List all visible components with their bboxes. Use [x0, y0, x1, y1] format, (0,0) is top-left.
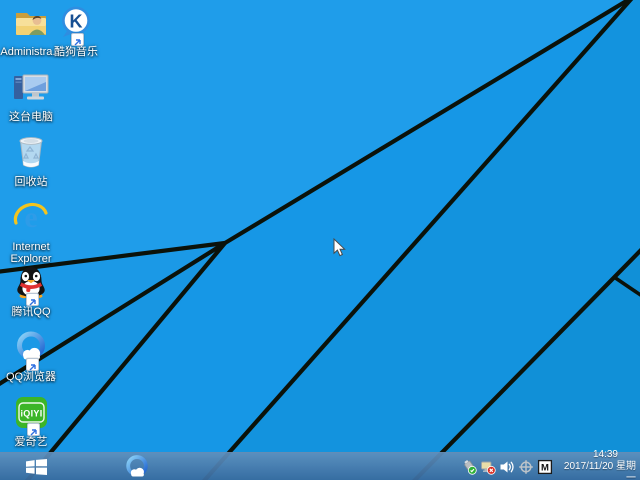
desktop-icon-qq-browser[interactable]: QQ浏览器 — [0, 333, 62, 383]
icon-label: 酷狗音乐 — [45, 46, 107, 58]
icon-label: 爱奇艺 — [0, 436, 62, 448]
windows-logo-icon — [26, 459, 47, 475]
svg-text:M: M — [541, 463, 549, 474]
shortcut-arrow-icon — [26, 358, 39, 371]
icon-label: QQ浏览器 — [0, 371, 62, 383]
shortcut-arrow-icon — [71, 33, 84, 46]
taskbar-clock[interactable]: 14:39 2017/11/20 星期一 — [560, 449, 636, 480]
user-folder-icon — [13, 7, 49, 39]
desktop-icon-kugou-music[interactable]: K 酷狗音乐 — [45, 8, 107, 58]
system-tray: M 14:39 2017/11/20 星期一 — [461, 453, 636, 480]
desktop-icon-tencent-qq[interactable]: 腾讯QQ — [0, 268, 62, 318]
internet-explorer-icon: e — [13, 200, 49, 234]
taskbar: M 14:39 2017/11/20 星期一 — [0, 452, 640, 480]
usb-safely-remove-icon[interactable] — [461, 459, 477, 475]
icon-label: Internet Explorer — [0, 241, 62, 265]
icon-label: 这台电脑 — [0, 111, 62, 123]
svg-text:iQIYI: iQIYI — [20, 409, 42, 419]
icon-label: 回收站 — [0, 176, 62, 188]
clock-date: 2017/11/20 星期一 — [560, 461, 636, 480]
clock-time: 14:39 — [560, 449, 618, 461]
computer-icon — [12, 72, 50, 104]
network-disconnected-icon[interactable] — [480, 459, 496, 475]
desktop-screen: { "wallpaper": { "base_color": "#1697E4"… — [0, 0, 640, 480]
crosshair-icon[interactable] — [518, 459, 534, 475]
mouse-cursor-icon — [333, 238, 346, 262]
volume-icon[interactable] — [499, 459, 515, 475]
taskbar-pinned-qq-browser[interactable] — [110, 453, 164, 480]
recycle-bin-icon — [16, 135, 46, 169]
desktop-icon-internet-explorer[interactable]: e Internet Explorer — [0, 203, 62, 265]
desktop-icon-recycle-bin[interactable]: 回收站 — [0, 138, 62, 188]
shortcut-arrow-icon — [26, 293, 39, 306]
icon-label: 腾讯QQ — [0, 306, 62, 318]
ime-mode-icon[interactable]: M — [537, 459, 553, 475]
desktop-icon-this-pc[interactable]: 这台电脑 — [0, 73, 62, 123]
svg-text:K: K — [70, 12, 83, 32]
wallpaper-light-beams[interactable] — [0, 0, 640, 480]
start-button[interactable] — [0, 453, 72, 480]
desktop-icon-iqiyi[interactable]: iQIYI 爱奇艺 — [0, 398, 62, 448]
shortcut-arrow-icon — [27, 423, 40, 436]
qq-browser-icon — [124, 454, 150, 480]
